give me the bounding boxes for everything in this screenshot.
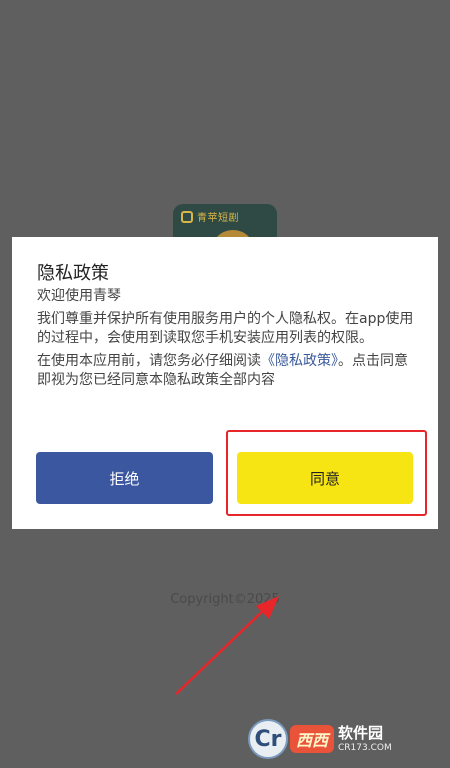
watermark-text: 软件园 CR173.COM <box>338 723 392 753</box>
watermark-brand: 西西 <box>290 725 335 753</box>
app-screen: 青苹短剧 隐私政策 欢迎使用青琴 我们尊重并保护所有使用服务用户的个人隐私权。在… <box>0 0 450 768</box>
arrow-shaft <box>175 605 269 695</box>
site-watermark: Cr 西西 软件园 CR173.COM <box>248 719 430 759</box>
watermark-domain: CR173.COM <box>338 742 392 753</box>
watermark-name: 软件园 <box>338 723 384 742</box>
watermark-logo: Cr <box>248 719 288 759</box>
annotation-arrow <box>175 596 279 695</box>
